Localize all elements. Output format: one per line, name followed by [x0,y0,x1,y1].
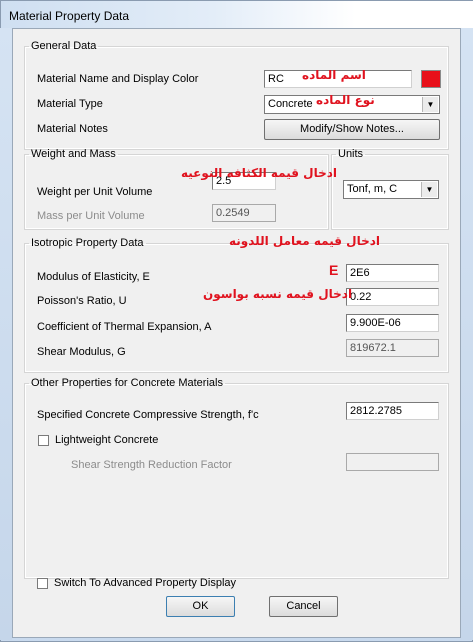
poisson-ratio-label: Poisson's Ratio, U [37,295,127,307]
modify-show-notes-button[interactable]: Modify/Show Notes... [264,119,440,140]
thermal-expansion-input[interactable]: 9.900E-06 [346,314,439,332]
display-color-swatch[interactable] [421,70,441,88]
title-bar[interactable]: Material Property Data [1,1,473,29]
window-border-right [460,28,473,640]
concrete-properties-legend: Other Properties for Concrete Materials [31,377,223,389]
advanced-display-label[interactable]: Switch To Advanced Property Display [54,577,236,589]
cancel-button[interactable]: Cancel [269,596,338,617]
shear-modulus-label: Shear Modulus, G [37,346,126,358]
thermal-expansion-label: Coefficient of Thermal Expansion, A [37,321,212,333]
annotation-elasticity: ادخال قيمه معامل اللدونه [229,234,380,248]
shear-reduction-field [346,453,439,471]
mass-per-volume-field: 0.2549 [212,204,276,222]
units-value: Tonf, m, C [347,183,398,195]
chevron-down-icon[interactable]: ▼ [422,97,438,112]
annotation-poisson: ادخال قيمه نسبه بواسون [203,287,353,301]
material-name-label: Material Name and Display Color [37,73,199,85]
annotation-e-letter: E [329,262,339,278]
units-select[interactable]: Tonf, m, C ▼ [343,180,439,199]
mass-per-volume-label: Mass per Unit Volume [37,210,145,222]
annotation-density: ادخال قيمه الكثافه النوعيه [181,166,337,180]
units-legend: Units [338,148,364,160]
material-type-label: Material Type [37,98,103,110]
advanced-display-checkbox[interactable] [37,578,48,589]
modulus-elasticity-input[interactable]: 2E6 [346,264,439,282]
weight-mass-legend: Weight and Mass [31,148,116,160]
modulus-elasticity-label: Modulus of Elasticity, E [37,271,150,283]
annotation-material-name: اسم الماده [302,68,366,82]
lightweight-concrete-checkbox[interactable] [38,435,49,446]
lightweight-concrete-label[interactable]: Lightweight Concrete [55,434,158,446]
weight-per-volume-label: Weight per Unit Volume [37,186,153,198]
ok-button[interactable]: OK [166,596,235,617]
isotropic-property-legend: Isotropic Property Data [31,237,144,249]
material-notes-label: Material Notes [37,123,108,135]
chevron-down-icon[interactable]: ▼ [421,182,437,197]
annotation-material-type: نوع الماده [316,93,375,107]
general-data-legend: General Data [31,40,97,52]
shear-modulus-field: 819672.1 [346,339,439,357]
poisson-ratio-input[interactable]: 0.22 [346,288,439,306]
compressive-strength-label: Specified Concrete Compressive Strength,… [37,409,259,421]
window-border-left [0,28,12,640]
shear-reduction-label: Shear Strength Reduction Factor [71,459,232,471]
material-type-value: Concrete [268,98,313,110]
window-title: Material Property Data [9,9,130,23]
dialog-body: General Data Material Name and Display C… [12,28,461,638]
compressive-strength-input[interactable]: 2812.2785 [346,402,439,420]
